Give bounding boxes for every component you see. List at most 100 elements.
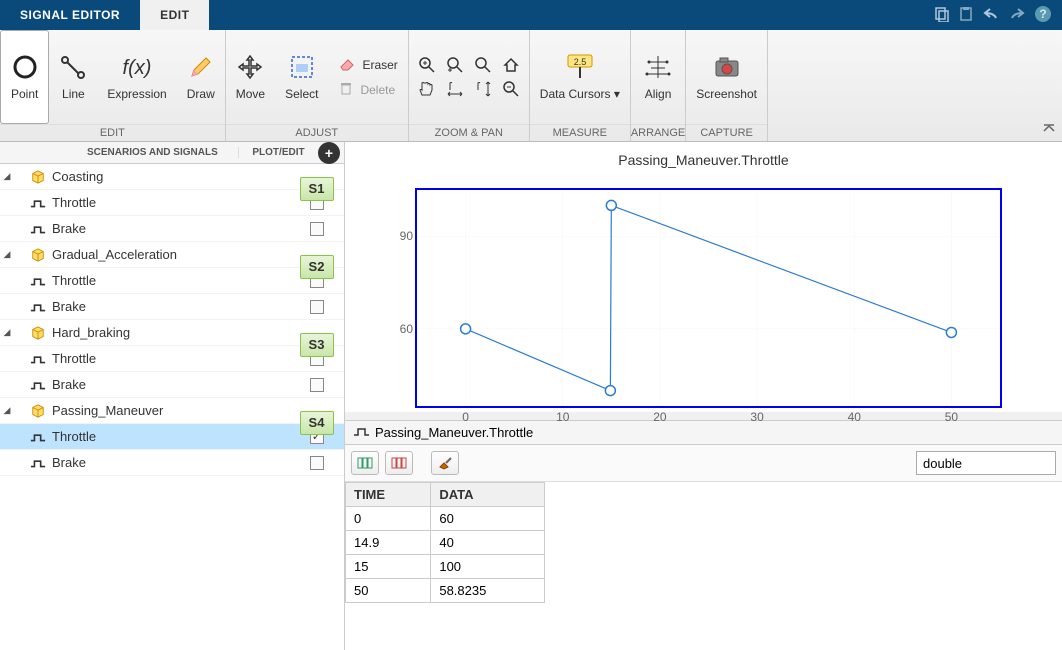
tree-scenario[interactable]: ◢CoastingS1 bbox=[0, 164, 344, 190]
select-icon bbox=[289, 54, 315, 83]
scenario-badge: S4 bbox=[300, 411, 334, 435]
align-button[interactable]: Align bbox=[634, 30, 682, 124]
signal-icon bbox=[28, 379, 48, 391]
svg-text:?: ? bbox=[1039, 7, 1046, 21]
signal-name: Throttle bbox=[48, 273, 289, 288]
x-tick: 10 bbox=[556, 410, 569, 424]
data-cursors-button[interactable]: 2.5 Data Cursors ▾ bbox=[530, 30, 630, 124]
scenario-icon bbox=[28, 248, 48, 262]
tree-signal[interactable]: Brake bbox=[0, 294, 344, 320]
y-tick: 90 bbox=[383, 229, 413, 243]
table-header-time[interactable]: TIME bbox=[346, 483, 431, 507]
edit-group-label: EDIT bbox=[0, 124, 225, 141]
y-tick: 60 bbox=[383, 322, 413, 336]
expand-arrow-icon[interactable]: ◢ bbox=[0, 327, 14, 338]
table-row[interactable]: 060 bbox=[346, 507, 545, 531]
draw-button[interactable]: Draw bbox=[177, 30, 225, 124]
signal-icon bbox=[28, 275, 48, 287]
scenario-name: Gradual_Acceleration bbox=[48, 247, 289, 262]
expression-icon: f(x) bbox=[122, 54, 152, 83]
copy-icon[interactable] bbox=[934, 6, 950, 25]
brush-button[interactable] bbox=[431, 451, 459, 475]
table-row[interactable]: 15100 bbox=[346, 555, 545, 579]
scenario-name: Hard_braking bbox=[48, 325, 289, 340]
select-button[interactable]: Select bbox=[275, 30, 328, 124]
plot-axes[interactable]: 6090 01020304050 bbox=[415, 188, 1002, 408]
home-icon[interactable] bbox=[499, 55, 523, 75]
eraser-label: Eraser bbox=[362, 58, 397, 72]
plot-checkbox[interactable] bbox=[310, 300, 324, 314]
expand-arrow-icon[interactable]: ◢ bbox=[0, 405, 14, 416]
tree-signal[interactable]: Brake bbox=[0, 216, 344, 242]
pan-x-icon[interactable] bbox=[443, 79, 467, 99]
zoom-y-icon[interactable] bbox=[471, 55, 495, 75]
x-tick: 50 bbox=[945, 410, 958, 424]
delete-button: Delete bbox=[334, 78, 401, 101]
scenario-badge: S3 bbox=[300, 333, 334, 357]
svg-text:f(x): f(x) bbox=[123, 57, 152, 79]
tree-scenario[interactable]: ◢Hard_brakingS3 bbox=[0, 320, 344, 346]
zoom-out-icon[interactable] bbox=[499, 79, 523, 99]
cell-time[interactable]: 0 bbox=[346, 507, 431, 531]
delete-column-button[interactable] bbox=[385, 451, 413, 475]
table-row[interactable]: 5058.8235 bbox=[346, 579, 545, 603]
scenario-badge: S2 bbox=[300, 255, 334, 279]
cell-time[interactable]: 14.9 bbox=[346, 531, 431, 555]
cell-data[interactable]: 40 bbox=[431, 531, 545, 555]
expression-button[interactable]: f(x) Expression bbox=[97, 30, 176, 124]
add-scenario-button[interactable]: + bbox=[318, 142, 340, 164]
scenario-icon bbox=[28, 326, 48, 340]
cell-time[interactable]: 15 bbox=[346, 555, 431, 579]
signal-icon bbox=[28, 457, 48, 469]
plot-checkbox[interactable] bbox=[310, 222, 324, 236]
signal-name: Throttle bbox=[48, 429, 289, 444]
tree-scenario[interactable]: ◢Passing_ManeuverS4 bbox=[0, 398, 344, 424]
align-label: Align bbox=[645, 87, 672, 101]
expand-arrow-icon[interactable]: ◢ bbox=[0, 171, 14, 182]
screenshot-label: Screenshot bbox=[696, 87, 757, 101]
tree-signal[interactable]: Throttle bbox=[0, 268, 344, 294]
cell-data[interactable]: 60 bbox=[431, 507, 545, 531]
tree-signal[interactable]: Brake bbox=[0, 372, 344, 398]
table-row[interactable]: 14.940 bbox=[346, 531, 545, 555]
cell-time[interactable]: 50 bbox=[346, 579, 431, 603]
tree-signal[interactable]: Brake bbox=[0, 450, 344, 476]
paste-icon[interactable] bbox=[958, 6, 974, 25]
signal-name: Brake bbox=[48, 299, 289, 314]
toolstrip-expand-icon[interactable] bbox=[1042, 122, 1056, 137]
cell-data[interactable]: 58.8235 bbox=[431, 579, 545, 603]
screenshot-button[interactable]: Screenshot bbox=[686, 30, 767, 124]
zoom-x-icon[interactable] bbox=[443, 55, 467, 75]
svg-text:2.5: 2.5 bbox=[574, 57, 587, 67]
pan-icon[interactable] bbox=[415, 79, 439, 99]
tab-edit[interactable]: EDIT bbox=[140, 0, 209, 30]
move-button[interactable]: Move bbox=[226, 30, 275, 124]
tree-signal[interactable]: Throttle bbox=[0, 346, 344, 372]
insert-column-button[interactable] bbox=[351, 451, 379, 475]
cell-data[interactable]: 100 bbox=[431, 555, 545, 579]
point-button[interactable]: Point bbox=[0, 30, 49, 124]
tree-scenario[interactable]: ◢Gradual_AccelerationS2 bbox=[0, 242, 344, 268]
expand-arrow-icon[interactable]: ◢ bbox=[0, 249, 14, 260]
signal-icon bbox=[28, 197, 48, 209]
redo-icon[interactable] bbox=[1008, 6, 1026, 25]
help-icon[interactable]: ? bbox=[1034, 5, 1052, 26]
adjust-group-label: ADJUST bbox=[226, 124, 408, 141]
data-cursors-icon: 2.5 bbox=[563, 54, 597, 83]
data-table[interactable]: TIME DATA 06014.940151005058.8235 bbox=[345, 482, 545, 603]
tab-signal-editor[interactable]: SIGNAL EDITOR bbox=[0, 0, 140, 30]
pencil-icon bbox=[188, 54, 214, 83]
eraser-button[interactable]: Eraser bbox=[334, 53, 401, 76]
line-button[interactable]: Line bbox=[49, 30, 97, 124]
tree-signal[interactable]: Throttle bbox=[0, 424, 344, 450]
zoom-in-icon[interactable] bbox=[415, 55, 439, 75]
datatype-select[interactable] bbox=[916, 451, 1056, 475]
data-cursors-label: Data Cursors ▾ bbox=[540, 87, 620, 101]
tree-signal[interactable]: Throttle bbox=[0, 190, 344, 216]
undo-icon[interactable] bbox=[982, 6, 1000, 25]
plot-checkbox[interactable] bbox=[310, 456, 324, 470]
pan-y-icon[interactable] bbox=[471, 79, 495, 99]
plot-checkbox[interactable] bbox=[310, 378, 324, 392]
table-header-data[interactable]: DATA bbox=[431, 483, 545, 507]
signal-icon bbox=[28, 353, 48, 365]
